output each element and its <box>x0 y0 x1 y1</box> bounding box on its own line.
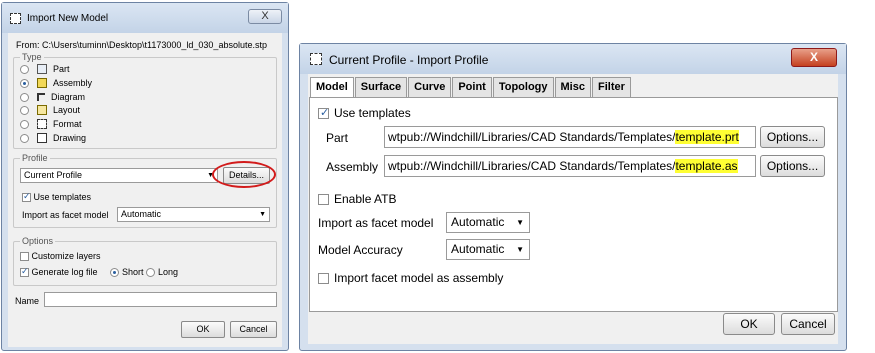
type-option-part[interactable]: Part <box>20 63 70 75</box>
type-option-label: Diagram <box>51 92 86 102</box>
assembly-options-button[interactable]: Options... <box>760 155 825 177</box>
import-facet-value: Automatic <box>451 215 505 229</box>
tab-bar: Model Surface Curve Point Topology Misc … <box>310 77 632 98</box>
part-template-field[interactable]: wtpub://Windchill/Libraries/CAD Standard… <box>384 126 756 148</box>
diagram-radio[interactable] <box>20 92 29 102</box>
part-icon <box>37 64 47 74</box>
assembly-template-field[interactable]: wtpub://Windchill/Libraries/CAD Standard… <box>384 155 756 177</box>
customize-layers-label: Customize layers <box>31 251 101 261</box>
close-button[interactable]: X <box>791 48 837 67</box>
type-option-label: Part <box>53 64 70 74</box>
drawing-radio[interactable] <box>20 133 29 143</box>
part-template-file: template.prt <box>675 130 739 144</box>
assembly-template-file: template.as <box>675 159 738 173</box>
import-facet-select[interactable]: Automatic ▼ <box>446 212 530 233</box>
type-group-legend: Type <box>20 52 44 62</box>
log-short-radio[interactable]: Short <box>110 267 144 277</box>
tab-model[interactable]: Model <box>310 77 354 98</box>
log-long-radio[interactable]: Long <box>146 267 178 277</box>
type-option-label: Format <box>53 119 82 129</box>
chevron-down-icon: ▼ <box>516 218 524 227</box>
radio-icon[interactable] <box>146 267 155 277</box>
options-group: Options <box>13 236 277 286</box>
type-option-diagram[interactable]: Diagram <box>20 91 85 103</box>
import-facet-assembly-checkbox[interactable]: Import facet model as assembly <box>318 271 503 285</box>
tab-surface[interactable]: Surface <box>354 77 408 97</box>
type-option-label: Assembly <box>53 78 93 88</box>
import-facet-label: Import as facet model <box>22 210 109 220</box>
cancel-button[interactable]: Cancel <box>230 321 277 338</box>
ok-button[interactable]: OK <box>181 321 225 338</box>
ok-button[interactable]: OK <box>723 313 775 335</box>
import-facet-value: Automatic <box>121 209 162 219</box>
diagram-icon <box>37 93 45 101</box>
customize-layers-checkbox[interactable]: Customize layers <box>20 251 101 262</box>
check-icon[interactable] <box>20 266 29 278</box>
chevron-down-icon: ▼ <box>516 245 524 254</box>
generate-log-label: Generate log file <box>31 267 98 277</box>
enable-atb-checkbox[interactable]: Enable ATB <box>318 192 396 206</box>
radio-icon[interactable] <box>110 267 119 277</box>
dialog-title: Current Profile - Import Profile <box>329 53 489 67</box>
part-label: Part <box>326 131 349 145</box>
profile-select[interactable]: Current Profile ▼ <box>20 168 218 183</box>
type-option-drawing[interactable]: Drawing <box>20 132 86 144</box>
dialog-title: Import New Model <box>27 13 109 24</box>
part-template-path: wtpub://Windchill/Libraries/CAD Standard… <box>388 130 676 144</box>
options-group-legend: Options <box>20 236 56 246</box>
tab-misc[interactable]: Misc <box>554 77 591 97</box>
model-accuracy-select[interactable]: Automatic ▼ <box>446 239 530 260</box>
use-templates-checkbox[interactable]: Use templates <box>22 191 92 203</box>
assembly-template-path: wtpub://Windchill/Libraries/CAD Standard… <box>388 159 676 173</box>
tab-point[interactable]: Point <box>452 77 492 97</box>
model-accuracy-value: Automatic <box>451 242 505 256</box>
import-facet-label: Import as facet model <box>318 216 434 230</box>
chevron-down-icon: ▼ <box>259 211 266 218</box>
name-input[interactable] <box>44 292 277 307</box>
tab-curve[interactable]: Curve <box>408 77 452 97</box>
layout-radio[interactable] <box>20 105 29 115</box>
type-option-label: Drawing <box>53 133 87 143</box>
assembly-radio[interactable] <box>20 78 29 88</box>
checkbox-icon[interactable] <box>20 252 29 262</box>
checkbox-icon[interactable] <box>318 273 329 285</box>
check-icon[interactable] <box>318 106 329 120</box>
profile-group-legend: Profile <box>20 153 50 163</box>
app-icon <box>310 53 322 65</box>
import-facet-select[interactable]: Automatic ▼ <box>117 207 270 222</box>
check-icon[interactable] <box>22 191 31 203</box>
drawing-icon <box>37 133 47 143</box>
type-option-layout[interactable]: Layout <box>20 104 80 116</box>
source-path-label: From: C:\Users\tuminn\Desktop\t1173000_l… <box>16 40 267 50</box>
name-label: Name <box>15 296 40 306</box>
use-templates-label: Use templates <box>334 106 411 120</box>
layout-icon <box>37 105 47 115</box>
close-button[interactable]: X <box>248 9 282 24</box>
cancel-button[interactable]: Cancel <box>781 313 835 335</box>
tab-filter[interactable]: Filter <box>591 77 631 97</box>
profile-select-value: Current Profile <box>24 170 83 180</box>
use-templates-label: Use templates <box>33 192 92 202</box>
enable-atb-label: Enable ATB <box>334 192 397 206</box>
tab-topology[interactable]: Topology <box>492 77 554 97</box>
generate-log-checkbox[interactable]: Generate log file <box>20 266 98 278</box>
checkbox-icon[interactable] <box>318 194 329 206</box>
app-icon <box>10 13 21 24</box>
use-templates-checkbox[interactable]: Use templates <box>318 106 411 120</box>
short-label: Short <box>122 267 144 277</box>
annotation-circle <box>212 161 276 188</box>
type-option-label: Layout <box>53 105 81 115</box>
model-accuracy-label: Model Accuracy <box>318 243 403 257</box>
type-option-assembly[interactable]: Assembly <box>20 77 92 89</box>
format-radio[interactable] <box>20 119 29 129</box>
long-label: Long <box>158 267 179 277</box>
type-option-format[interactable]: Format <box>20 118 82 130</box>
import-facet-assembly-label: Import facet model as assembly <box>334 271 504 285</box>
part-options-button[interactable]: Options... <box>760 126 825 148</box>
part-radio[interactable] <box>20 64 29 74</box>
format-icon <box>37 119 47 129</box>
assembly-label: Assembly <box>326 160 379 174</box>
assembly-icon <box>37 78 47 88</box>
